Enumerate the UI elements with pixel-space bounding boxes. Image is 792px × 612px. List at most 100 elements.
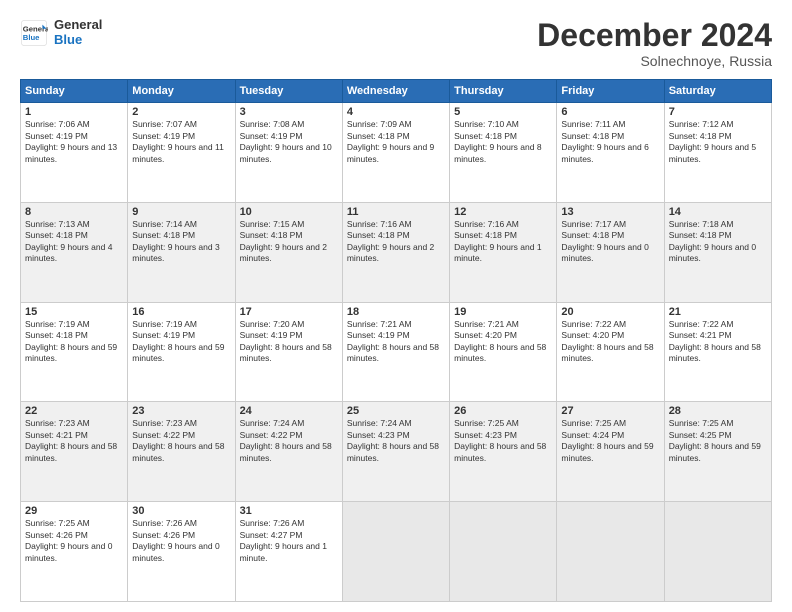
day-info: Sunrise: 7:07 AMSunset: 4:19 PMDaylight:… [132,119,230,165]
day-info: Sunrise: 7:25 AMSunset: 4:23 PMDaylight:… [454,418,552,464]
table-cell: 18Sunrise: 7:21 AMSunset: 4:19 PMDayligh… [342,302,449,402]
day-info: Sunrise: 7:09 AMSunset: 4:18 PMDaylight:… [347,119,445,165]
day-number: 29 [25,505,123,517]
day-number: 26 [454,405,552,417]
page: General Blue General Blue December 2024 … [0,0,792,612]
table-cell: 9Sunrise: 7:14 AMSunset: 4:18 PMDaylight… [128,202,235,302]
col-monday: Monday [128,80,235,103]
table-cell: 31Sunrise: 7:26 AMSunset: 4:27 PMDayligh… [235,502,342,602]
calendar-row: 1Sunrise: 7:06 AMSunset: 4:19 PMDaylight… [21,103,772,203]
day-number: 1 [25,106,123,118]
day-number: 3 [240,106,338,118]
day-number: 31 [240,505,338,517]
day-info: Sunrise: 7:23 AMSunset: 4:21 PMDaylight:… [25,418,123,464]
day-number: 9 [132,206,230,218]
day-number: 14 [669,206,767,218]
table-cell: 1Sunrise: 7:06 AMSunset: 4:19 PMDaylight… [21,103,128,203]
col-wednesday: Wednesday [342,80,449,103]
day-number: 4 [347,106,445,118]
day-info: Sunrise: 7:22 AMSunset: 4:20 PMDaylight:… [561,319,659,365]
table-cell: 11Sunrise: 7:16 AMSunset: 4:18 PMDayligh… [342,202,449,302]
subtitle: Solnechnoye, Russia [537,53,772,69]
table-cell: 28Sunrise: 7:25 AMSunset: 4:25 PMDayligh… [664,402,771,502]
day-info: Sunrise: 7:19 AMSunset: 4:19 PMDaylight:… [132,319,230,365]
logo-icon: General Blue [20,19,48,47]
day-info: Sunrise: 7:16 AMSunset: 4:18 PMDaylight:… [454,219,552,265]
day-info: Sunrise: 7:21 AMSunset: 4:20 PMDaylight:… [454,319,552,365]
day-number: 28 [669,405,767,417]
day-number: 17 [240,306,338,318]
day-info: Sunrise: 7:08 AMSunset: 4:19 PMDaylight:… [240,119,338,165]
main-title: December 2024 [537,18,772,53]
day-number: 21 [669,306,767,318]
table-cell: 30Sunrise: 7:26 AMSunset: 4:26 PMDayligh… [128,502,235,602]
day-number: 5 [454,106,552,118]
svg-text:Blue: Blue [23,33,40,42]
day-number: 16 [132,306,230,318]
day-info: Sunrise: 7:24 AMSunset: 4:23 PMDaylight:… [347,418,445,464]
day-number: 7 [669,106,767,118]
title-block: December 2024 Solnechnoye, Russia [537,18,772,69]
day-info: Sunrise: 7:23 AMSunset: 4:22 PMDaylight:… [132,418,230,464]
day-info: Sunrise: 7:21 AMSunset: 4:19 PMDaylight:… [347,319,445,365]
day-info: Sunrise: 7:16 AMSunset: 4:18 PMDaylight:… [347,219,445,265]
day-number: 13 [561,206,659,218]
table-cell: 4Sunrise: 7:09 AMSunset: 4:18 PMDaylight… [342,103,449,203]
table-cell: 12Sunrise: 7:16 AMSunset: 4:18 PMDayligh… [450,202,557,302]
table-cell [342,502,449,602]
calendar-row: 15Sunrise: 7:19 AMSunset: 4:18 PMDayligh… [21,302,772,402]
day-number: 18 [347,306,445,318]
table-cell: 16Sunrise: 7:19 AMSunset: 4:19 PMDayligh… [128,302,235,402]
table-cell: 15Sunrise: 7:19 AMSunset: 4:18 PMDayligh… [21,302,128,402]
table-cell: 21Sunrise: 7:22 AMSunset: 4:21 PMDayligh… [664,302,771,402]
day-info: Sunrise: 7:19 AMSunset: 4:18 PMDaylight:… [25,319,123,365]
table-cell: 6Sunrise: 7:11 AMSunset: 4:18 PMDaylight… [557,103,664,203]
table-cell: 20Sunrise: 7:22 AMSunset: 4:20 PMDayligh… [557,302,664,402]
day-number: 10 [240,206,338,218]
calendar-row: 8Sunrise: 7:13 AMSunset: 4:18 PMDaylight… [21,202,772,302]
table-cell [557,502,664,602]
day-number: 30 [132,505,230,517]
day-info: Sunrise: 7:25 AMSunset: 4:25 PMDaylight:… [669,418,767,464]
table-cell: 27Sunrise: 7:25 AMSunset: 4:24 PMDayligh… [557,402,664,502]
day-info: Sunrise: 7:18 AMSunset: 4:18 PMDaylight:… [669,219,767,265]
day-info: Sunrise: 7:12 AMSunset: 4:18 PMDaylight:… [669,119,767,165]
table-cell: 26Sunrise: 7:25 AMSunset: 4:23 PMDayligh… [450,402,557,502]
day-info: Sunrise: 7:10 AMSunset: 4:18 PMDaylight:… [454,119,552,165]
table-cell: 29Sunrise: 7:25 AMSunset: 4:26 PMDayligh… [21,502,128,602]
day-number: 23 [132,405,230,417]
svg-text:General: General [23,25,48,34]
table-cell: 5Sunrise: 7:10 AMSunset: 4:18 PMDaylight… [450,103,557,203]
table-cell: 17Sunrise: 7:20 AMSunset: 4:19 PMDayligh… [235,302,342,402]
day-info: Sunrise: 7:11 AMSunset: 4:18 PMDaylight:… [561,119,659,165]
day-number: 15 [25,306,123,318]
day-info: Sunrise: 7:24 AMSunset: 4:22 PMDaylight:… [240,418,338,464]
day-info: Sunrise: 7:06 AMSunset: 4:19 PMDaylight:… [25,119,123,165]
col-friday: Friday [557,80,664,103]
table-cell: 7Sunrise: 7:12 AMSunset: 4:18 PMDaylight… [664,103,771,203]
table-cell [664,502,771,602]
calendar-row: 22Sunrise: 7:23 AMSunset: 4:21 PMDayligh… [21,402,772,502]
table-cell: 25Sunrise: 7:24 AMSunset: 4:23 PMDayligh… [342,402,449,502]
table-cell: 24Sunrise: 7:24 AMSunset: 4:22 PMDayligh… [235,402,342,502]
calendar-header-row: Sunday Monday Tuesday Wednesday Thursday… [21,80,772,103]
table-cell: 14Sunrise: 7:18 AMSunset: 4:18 PMDayligh… [664,202,771,302]
logo: General Blue General Blue [20,18,102,48]
day-info: Sunrise: 7:15 AMSunset: 4:18 PMDaylight:… [240,219,338,265]
header: General Blue General Blue December 2024 … [20,18,772,69]
day-number: 24 [240,405,338,417]
table-cell: 19Sunrise: 7:21 AMSunset: 4:20 PMDayligh… [450,302,557,402]
day-number: 22 [25,405,123,417]
table-cell: 8Sunrise: 7:13 AMSunset: 4:18 PMDaylight… [21,202,128,302]
table-cell: 13Sunrise: 7:17 AMSunset: 4:18 PMDayligh… [557,202,664,302]
day-info: Sunrise: 7:13 AMSunset: 4:18 PMDaylight:… [25,219,123,265]
logo-line2: Blue [54,33,102,48]
col-thursday: Thursday [450,80,557,103]
day-info: Sunrise: 7:22 AMSunset: 4:21 PMDaylight:… [669,319,767,365]
day-number: 20 [561,306,659,318]
calendar-table: Sunday Monday Tuesday Wednesday Thursday… [20,79,772,602]
day-number: 27 [561,405,659,417]
table-cell: 10Sunrise: 7:15 AMSunset: 4:18 PMDayligh… [235,202,342,302]
day-number: 12 [454,206,552,218]
day-info: Sunrise: 7:17 AMSunset: 4:18 PMDaylight:… [561,219,659,265]
